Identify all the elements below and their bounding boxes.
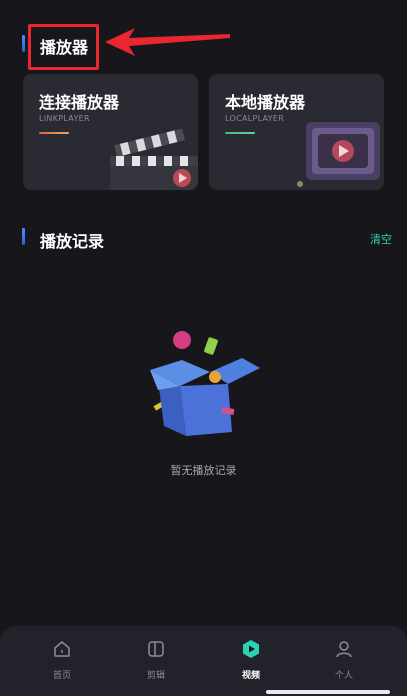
tab-video-label: 视频 [241, 671, 260, 681]
tab-me-label: 个人 [334, 671, 353, 681]
link-player-underline [39, 132, 69, 134]
clear-history-button[interactable]: 清空 [370, 231, 392, 247]
player-page: 播放器 连接播放器 LINKPLAYER 本地播放器 LOCALPLAYER 播… [0, 0, 407, 696]
local-player-subtitle: LOCALPLAYER [225, 114, 285, 123]
video-player-icon [297, 122, 380, 187]
empty-state-text: 暂无播放记录 [170, 464, 237, 477]
empty-box-icon [150, 331, 260, 436]
tab-clip-label: 剪辑 [146, 671, 165, 681]
link-player-subtitle: LINKPLAYER [39, 114, 90, 123]
clapperboard-icon [110, 128, 198, 190]
bottom-tab-bar: 首页 剪辑 视频 个人 [0, 626, 407, 696]
tab-home-label: 首页 [52, 671, 71, 681]
history-section-title: 播放记录 [40, 232, 105, 251]
tab-video[interactable]: 视频 [219, 626, 283, 696]
local-player-underline [225, 132, 255, 134]
tab-me[interactable]: 个人 [312, 626, 376, 696]
home-icon [54, 641, 70, 657]
annotation-highlight-box [28, 24, 99, 70]
clip-icon [148, 641, 164, 657]
tab-clip[interactable]: 剪辑 [124, 626, 188, 696]
tab-home[interactable]: 首页 [30, 626, 94, 696]
local-player-card[interactable]: 本地播放器 LOCALPLAYER [209, 74, 384, 190]
local-player-title: 本地播放器 [225, 93, 306, 112]
home-indicator [266, 690, 390, 694]
section-accent-bar [22, 35, 25, 52]
history-accent-bar [22, 228, 25, 245]
link-player-title: 连接播放器 [39, 93, 120, 112]
annotation-arrow-icon [105, 28, 230, 56]
link-player-card[interactable]: 连接播放器 LINKPLAYER [23, 74, 198, 190]
person-icon [336, 641, 352, 658]
play-icon [243, 640, 259, 658]
